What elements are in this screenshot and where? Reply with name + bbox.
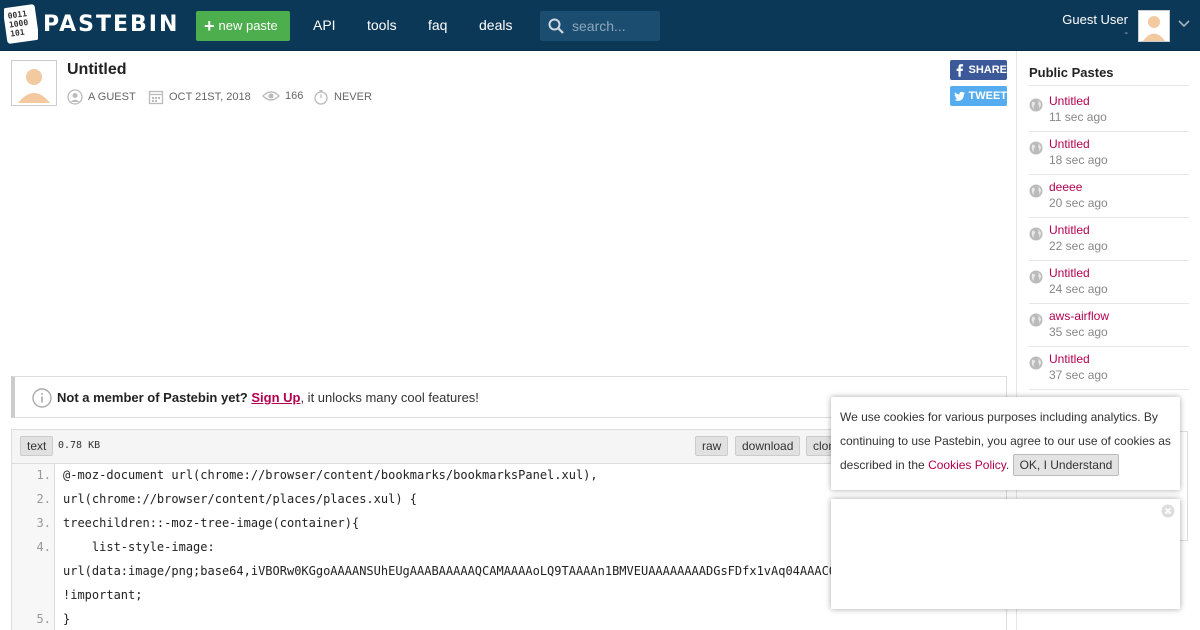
public-paste-name[interactable]: Untitled (1049, 94, 1090, 108)
info-icon (32, 388, 52, 408)
public-paste-name[interactable]: Untitled (1049, 352, 1090, 366)
code-line: @-moz-document url(chrome://browser/cont… (63, 468, 598, 482)
pastebin-logo-icon[interactable]: 0011 1000 101 (4, 4, 38, 44)
paste-date-value: OCT 21ST, 2018 (169, 91, 251, 103)
public-paste-time: 18 sec ago (1049, 153, 1108, 167)
line-number: 3. (36, 516, 51, 530)
public-paste-item[interactable]: Untitled 24 sec ago (1029, 260, 1189, 303)
close-icon[interactable] (1161, 504, 1175, 518)
public-paste-time: 22 sec ago (1049, 239, 1108, 253)
globe-icon (1029, 270, 1043, 284)
user-avatar-icon (14, 63, 54, 103)
public-paste-time: 20 sec ago (1049, 196, 1108, 210)
public-paste-name[interactable]: Untitled (1049, 137, 1090, 151)
cookies-policy-link[interactable]: Cookies Policy (928, 458, 1006, 472)
divider (1029, 85, 1189, 86)
public-paste-time: 35 sec ago (1049, 325, 1108, 339)
globe-icon (1029, 356, 1043, 370)
search-icon (548, 18, 564, 34)
public-paste-name[interactable]: aws-airflow (1049, 309, 1109, 323)
syntax-tag[interactable]: text (20, 436, 54, 456)
public-paste-item[interactable]: deeee 20 sec ago (1029, 174, 1189, 217)
paste-date: OCT 21ST, 2018 (148, 89, 251, 105)
notice-prefix: Not a member of Pastebin yet? (57, 390, 248, 405)
twitter-icon (954, 91, 966, 101)
public-paste-name[interactable]: deeee (1049, 180, 1082, 194)
sidebar-title: Public Pastes (1029, 65, 1114, 80)
public-paste-item[interactable]: aws-airflow 35 sec ago (1029, 303, 1189, 346)
public-paste-time: 11 sec ago (1049, 110, 1107, 124)
ad-container (831, 499, 1180, 609)
paste-author: A GUEST (67, 89, 136, 105)
paste-author-avatar (11, 60, 57, 106)
line-number: 1. (36, 468, 51, 482)
public-paste-name[interactable]: Untitled (1049, 223, 1090, 237)
globe-icon (1029, 141, 1043, 155)
facebook-icon (956, 64, 964, 77)
nav-tools[interactable]: tools (367, 17, 397, 33)
tweet-label: TWEET (968, 90, 1008, 102)
new-paste-label: new paste (218, 18, 278, 33)
cookie-period: . (1005, 458, 1010, 472)
line-number: 2. (36, 492, 51, 506)
user-avatar-icon (1139, 11, 1169, 41)
logo-text[interactable]: PASTEBIN (43, 12, 179, 37)
public-paste-item[interactable]: Untitled 22 sec ago (1029, 217, 1189, 260)
new-paste-button[interactable]: + new paste (196, 11, 290, 41)
divider (1029, 389, 1189, 390)
nav-faq[interactable]: faq (428, 17, 447, 33)
paste-expiry-value: NEVER (334, 91, 372, 103)
code-line: list-style-image: (63, 540, 215, 554)
raw-button[interactable]: raw (695, 436, 729, 456)
chevron-down-icon[interactable] (1178, 20, 1190, 28)
paste-expiry: NEVER (313, 89, 372, 105)
globe-icon (1029, 227, 1043, 241)
line-number: 4. (36, 540, 51, 554)
facebook-share-button[interactable]: SHARE (950, 60, 1007, 80)
guest-user-name: Guest User (1062, 12, 1128, 27)
public-paste-item[interactable]: Untitled 37 sec ago (1029, 346, 1189, 389)
public-paste-name[interactable]: Untitled (1049, 266, 1090, 280)
paste-views-value: 166 (285, 90, 304, 102)
paste-author-name: A GUEST (88, 91, 136, 103)
paste-title: Untitled (67, 61, 127, 78)
guest-user-sub: - (1124, 27, 1128, 39)
code-line: } (63, 612, 71, 626)
nav-deals[interactable]: deals (479, 17, 512, 33)
line-number-gutter: 1. 2. 3. 4. 5. (12, 464, 55, 630)
cookie-accept-button[interactable]: OK, I Understand (1012, 454, 1120, 476)
globe-icon (1029, 313, 1043, 327)
public-paste-time: 24 sec ago (1049, 282, 1108, 296)
share-label: SHARE (968, 64, 1007, 76)
search-input[interactable] (572, 17, 656, 35)
calendar-icon (148, 90, 164, 105)
notice-suffix: , it unlocks many cool features! (300, 390, 479, 405)
paste-size: 0.78 KB (58, 440, 101, 451)
top-navbar: 0011 1000 101 PASTEBIN + new paste API t… (0, 0, 1200, 51)
twitter-tweet-button[interactable]: TWEET (950, 86, 1007, 106)
public-paste-time: 37 sec ago (1049, 368, 1108, 382)
signup-link[interactable]: Sign Up (251, 390, 300, 405)
notice-text: Not a member of Pastebin yet? Sign Up, i… (57, 390, 479, 405)
code-line: !important; (63, 588, 143, 602)
plus-icon: + (204, 16, 215, 36)
globe-icon (1029, 98, 1043, 112)
code-line: treechildren::-moz-tree-image(container)… (63, 516, 360, 530)
eye-icon (262, 91, 280, 101)
download-button[interactable]: download (735, 436, 801, 456)
code-line: url(chrome://browser/content/places/plac… (63, 492, 418, 506)
header-avatar[interactable] (1138, 10, 1170, 42)
nav-api[interactable]: API (313, 17, 336, 33)
paste-views: 166 (262, 89, 303, 103)
cookie-consent-popup: We use cookies for various purposes incl… (831, 397, 1180, 490)
code-line: url(data:image/png;base64,iVBORw0KGgoAAA… (63, 564, 844, 578)
public-paste-item[interactable]: Untitled 18 sec ago (1029, 131, 1189, 174)
globe-icon (1029, 184, 1043, 198)
timer-icon (314, 90, 328, 105)
user-icon (67, 89, 83, 105)
line-number: 5. (36, 612, 51, 626)
guest-user-block[interactable]: Guest User - (1062, 12, 1128, 39)
public-paste-item[interactable]: Untitled 11 sec ago (1029, 88, 1189, 131)
search-box[interactable] (540, 11, 660, 41)
